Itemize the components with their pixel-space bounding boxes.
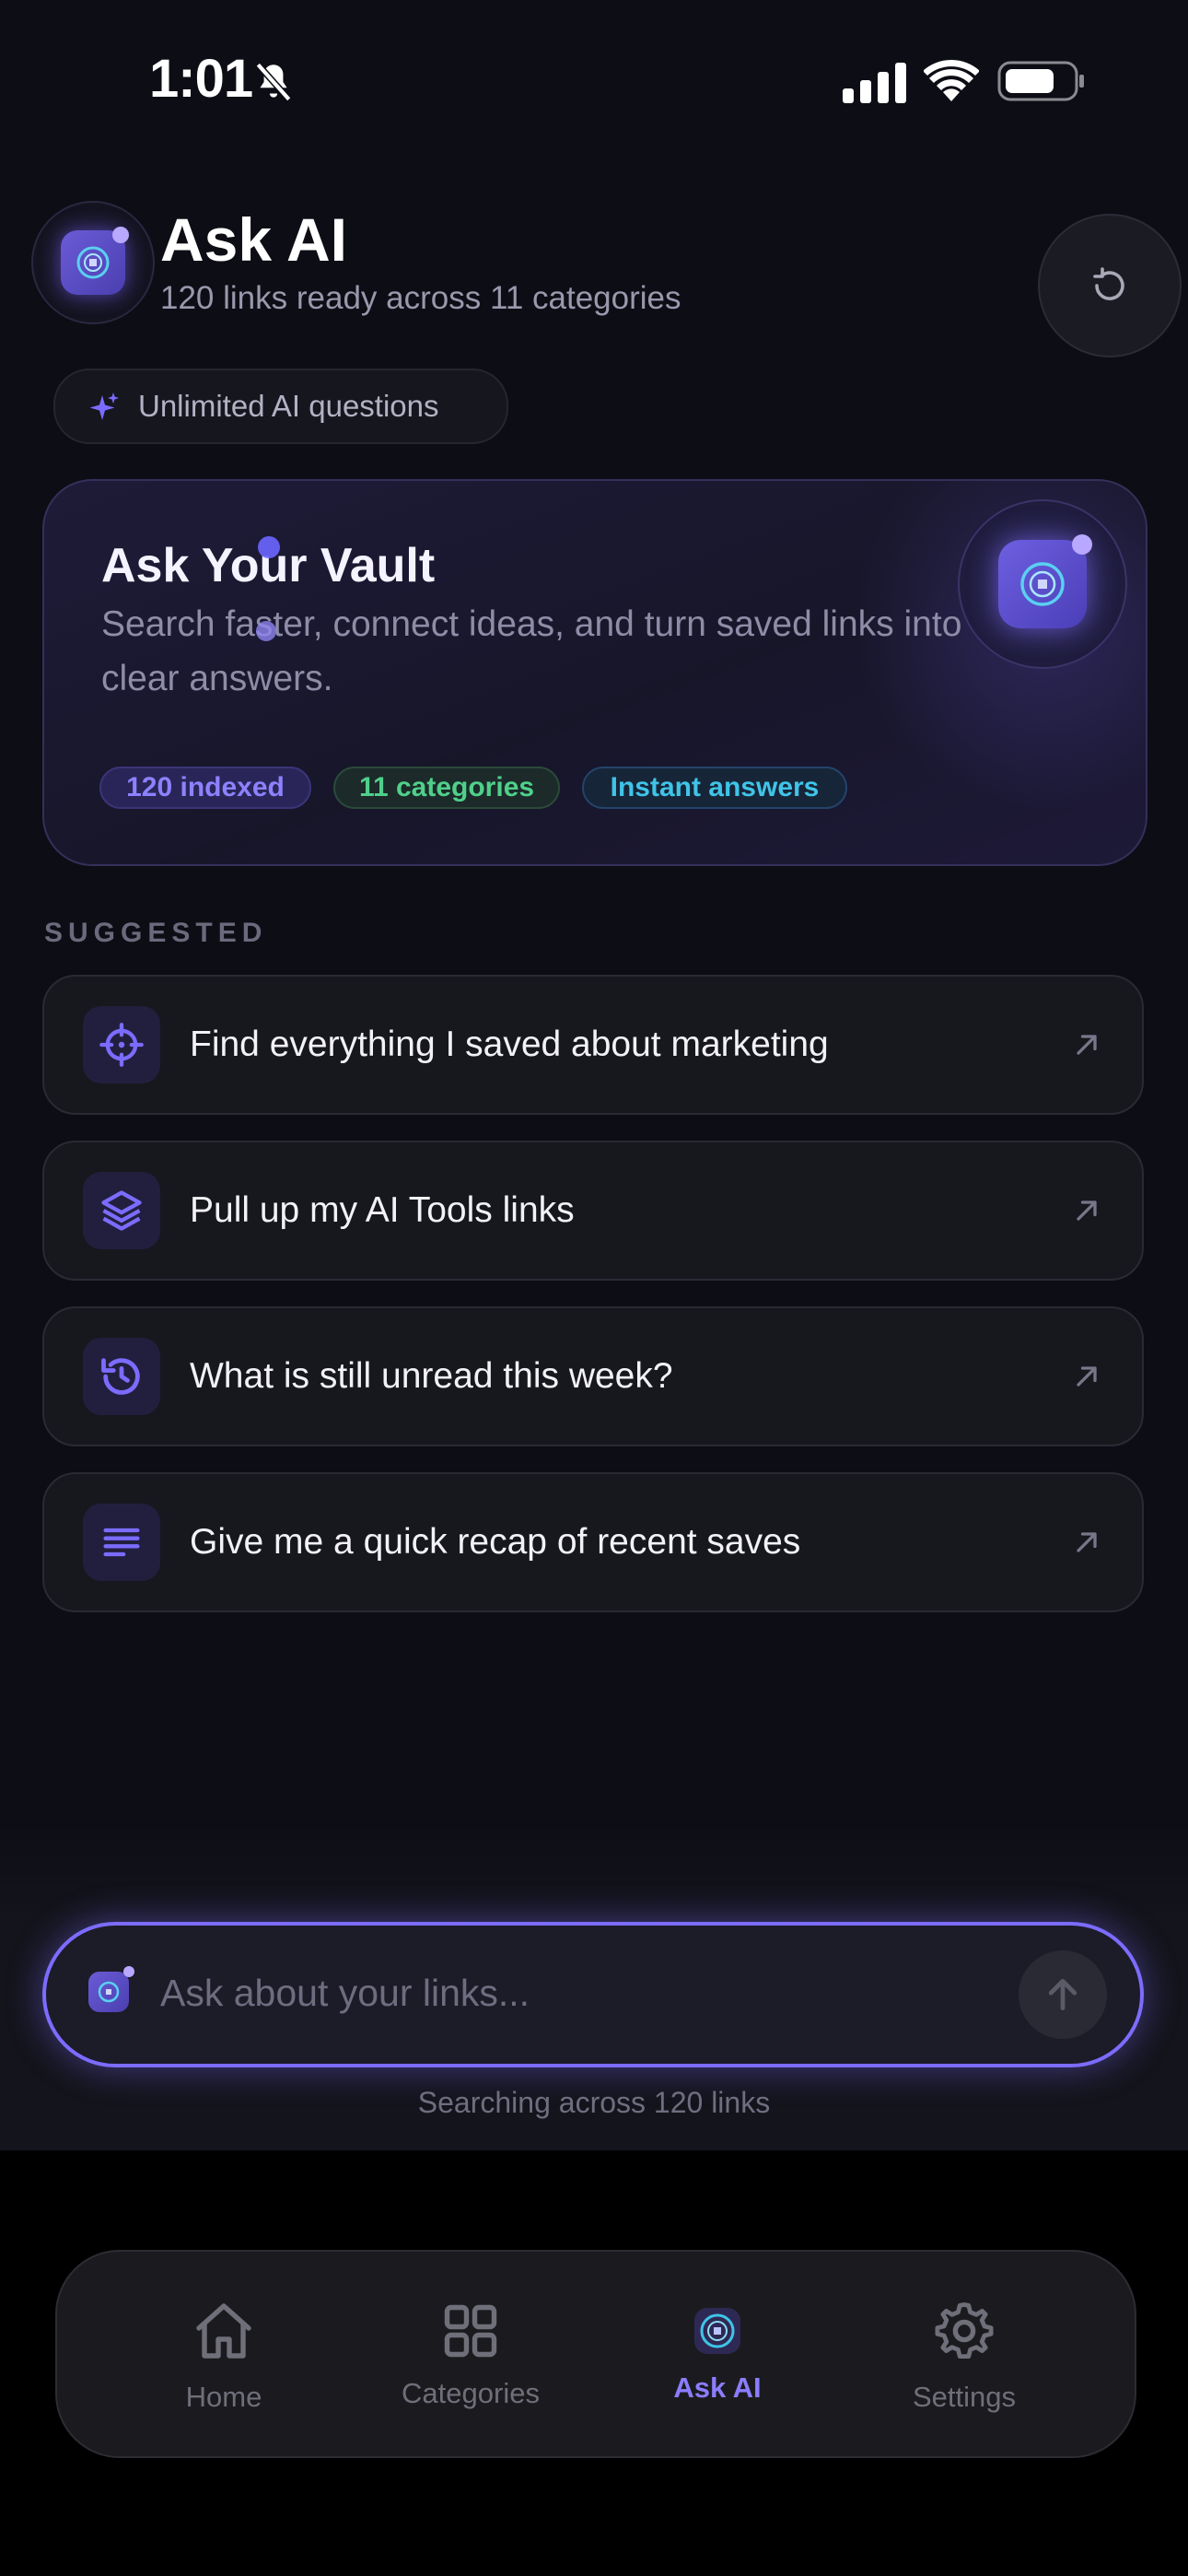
decorative-dot xyxy=(256,621,276,641)
decorative-dot xyxy=(258,536,280,558)
ai-target-icon xyxy=(694,2308,740,2354)
reset-button[interactable] xyxy=(1038,214,1182,357)
refresh-icon xyxy=(1093,267,1124,300)
arrow-up-right-icon xyxy=(1077,1035,1097,1055)
suggestion-text: Pull up my AI Tools links xyxy=(190,1190,575,1230)
ai-target-icon xyxy=(998,534,1092,628)
tab-label: Categories xyxy=(402,2377,540,2409)
bell-off-icon xyxy=(255,62,292,102)
text-lines-icon xyxy=(103,1528,140,1557)
arrow-up-right-icon xyxy=(1077,1200,1097,1221)
arrow-up-right-icon xyxy=(1077,1366,1097,1387)
layers-icon xyxy=(101,1190,142,1231)
unlimited-badge-label: Unlimited AI questions xyxy=(138,389,439,423)
indexed-chip: 120 indexed xyxy=(99,767,311,809)
arrow-up-icon xyxy=(1048,1978,1077,2011)
crosshair-icon xyxy=(99,1023,144,1067)
arrow-up-right-icon xyxy=(1077,1532,1097,1552)
tab-settings[interactable]: Settings xyxy=(849,2252,1079,2456)
history-icon xyxy=(101,1358,140,1395)
send-button[interactable] xyxy=(1019,1950,1107,2039)
battery-icon xyxy=(997,61,1084,101)
ask-vault-card: Ask Your Vault Search faster, connect id… xyxy=(42,479,1147,866)
page-subtitle: 120 links ready across 11 categories xyxy=(160,280,681,316)
tab-label: Home xyxy=(185,2381,262,2413)
tab-label: Ask AI xyxy=(673,2371,762,2404)
suggestion-item[interactable]: Pull up my AI Tools links xyxy=(42,1141,1144,1281)
grid-icon xyxy=(444,2304,497,2358)
status-time: 1:01 xyxy=(149,49,253,109)
ai-target-icon xyxy=(88,1966,134,2012)
tab-home[interactable]: Home xyxy=(109,2252,339,2456)
suggested-label: SUGGESTED xyxy=(44,918,268,948)
tab-categories[interactable]: Categories xyxy=(355,2252,586,2456)
ask-input-placeholder[interactable]: Ask about your links... xyxy=(160,1972,530,2015)
categories-chip: 11 categories xyxy=(333,767,560,809)
suggestion-text: Give me a quick recap of recent saves xyxy=(190,1522,801,1562)
tab-bar: Home Categories Ask AI Settings xyxy=(55,2250,1136,2458)
suggestion-item[interactable]: Give me a quick recap of recent saves xyxy=(42,1472,1144,1612)
suggestion-text: Find everything I saved about marketing xyxy=(190,1025,829,1064)
gear-icon xyxy=(935,2302,994,2359)
sparkle-icon xyxy=(89,392,119,420)
hero-logo xyxy=(958,499,1127,669)
suggestion-text: What is still unread this week? xyxy=(190,1356,673,1396)
hero-description: Search faster, connect ideas, and turn s… xyxy=(101,604,962,698)
search-footnote: Searching across 120 links xyxy=(417,2086,771,2119)
suggestion-item[interactable]: Find everything I saved about marketing xyxy=(42,975,1144,1115)
home-icon xyxy=(196,2303,251,2359)
tab-label: Settings xyxy=(912,2381,1016,2413)
app-logo xyxy=(31,201,155,324)
cellular-signal-icon xyxy=(843,63,906,103)
tab-ask-ai[interactable]: Ask AI xyxy=(602,2252,833,2456)
page-title: Ask AI xyxy=(160,205,347,274)
wifi-icon xyxy=(924,60,979,101)
instant-answers-chip: Instant answers xyxy=(582,767,847,809)
ask-input-field[interactable]: Ask about your links... xyxy=(42,1922,1144,2067)
ai-target-icon xyxy=(61,227,129,295)
unlimited-badge: Unlimited AI questions xyxy=(53,369,508,444)
suggestion-item[interactable]: What is still unread this week? xyxy=(42,1306,1144,1446)
